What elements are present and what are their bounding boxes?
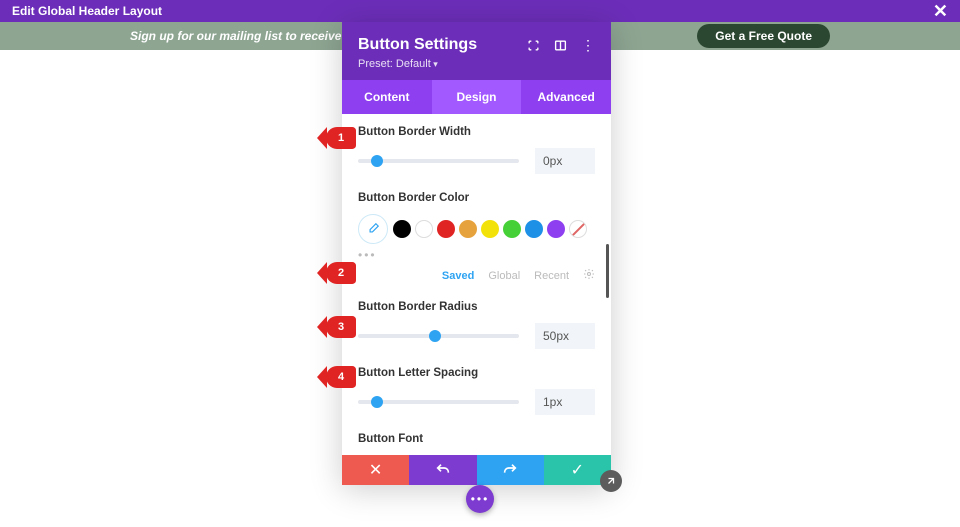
color-swatch[interactable] — [547, 220, 565, 238]
label-border-width: Button Border Width — [358, 126, 595, 138]
cancel-button[interactable]: ✕ — [342, 455, 409, 485]
tab-content[interactable]: Content — [342, 80, 432, 114]
tab-design[interactable]: Design — [432, 80, 522, 114]
scrollbar-thumb[interactable] — [606, 244, 609, 298]
input-border-radius[interactable]: 50px — [535, 323, 595, 349]
undo-button[interactable] — [409, 455, 476, 485]
panel-title: Button Settings — [358, 36, 477, 54]
slider-letter-spacing[interactable] — [358, 400, 519, 404]
color-swatch[interactable] — [481, 220, 499, 238]
color-tab-recent[interactable]: Recent — [534, 270, 569, 282]
kebab-menu-icon[interactable]: ⋮ — [581, 37, 595, 54]
annotation-marker-3: 3 — [326, 316, 356, 338]
field-letter-spacing: Button Letter Spacing 1px — [358, 367, 595, 415]
slider-border-width[interactable] — [358, 159, 519, 163]
slider-thumb[interactable] — [371, 155, 383, 167]
color-swatch[interactable] — [569, 220, 587, 238]
label-border-radius: Button Border Radius — [358, 301, 595, 313]
page-actions-fab[interactable]: ••• — [466, 485, 494, 513]
color-swatch[interactable] — [459, 220, 477, 238]
annotation-marker-1: 1 — [326, 127, 356, 149]
color-tab-row: Saved Global Recent — [358, 268, 595, 283]
color-swatch[interactable] — [503, 220, 521, 238]
columns-icon[interactable] — [554, 39, 567, 52]
slider-thumb[interactable] — [429, 330, 441, 342]
annotation-marker-2: 2 — [326, 262, 356, 284]
input-border-width[interactable]: 0px — [535, 148, 595, 174]
color-tab-saved[interactable]: Saved — [442, 270, 474, 282]
quote-button[interactable]: Get a Free Quote — [697, 24, 830, 48]
color-swatch[interactable] — [415, 220, 433, 238]
input-letter-spacing[interactable]: 1px — [535, 389, 595, 415]
slider-thumb[interactable] — [371, 396, 383, 408]
field-border-color: Button Border Color ••• Saved Global Rec… — [358, 192, 595, 283]
field-font: Button Font Poppins ⇅ — [358, 433, 595, 455]
color-tab-global[interactable]: Global — [488, 270, 520, 282]
global-header-bar: Edit Global Header Layout ✕ — [0, 0, 960, 22]
field-border-radius: Button Border Radius 50px — [358, 301, 595, 349]
redo-button[interactable] — [477, 455, 544, 485]
tab-advanced[interactable]: Advanced — [521, 80, 611, 114]
color-swatches — [358, 214, 595, 244]
annotation-marker-4: 4 — [326, 366, 356, 388]
field-border-width: Button Border Width 0px — [358, 126, 595, 174]
eyedropper-icon[interactable] — [358, 214, 388, 244]
panel-body: Button Border Width 0px Button Border Co… — [342, 114, 611, 455]
preset-dropdown[interactable]: Preset: Default — [358, 58, 595, 70]
color-swatch[interactable] — [525, 220, 543, 238]
expand-icon[interactable] — [527, 39, 540, 52]
label-border-color: Button Border Color — [358, 192, 595, 204]
close-icon[interactable]: ✕ — [933, 2, 948, 20]
panel-tabs: Content Design Advanced — [342, 80, 611, 114]
panel-footer: ✕ ✓ — [342, 455, 611, 485]
slider-border-radius[interactable] — [358, 334, 519, 338]
more-colors-icon[interactable]: ••• — [358, 248, 595, 262]
gear-icon[interactable] — [583, 268, 595, 283]
panel-header: Button Settings ⋮ Preset: Default — [342, 22, 611, 80]
global-header-title: Edit Global Header Layout — [12, 4, 162, 18]
label-font: Button Font — [358, 433, 595, 445]
label-letter-spacing: Button Letter Spacing — [358, 367, 595, 379]
resize-handle-icon[interactable] — [600, 470, 622, 492]
color-swatch[interactable] — [437, 220, 455, 238]
color-swatch[interactable] — [393, 220, 411, 238]
settings-panel: Button Settings ⋮ Preset: Default Conten… — [342, 22, 611, 485]
